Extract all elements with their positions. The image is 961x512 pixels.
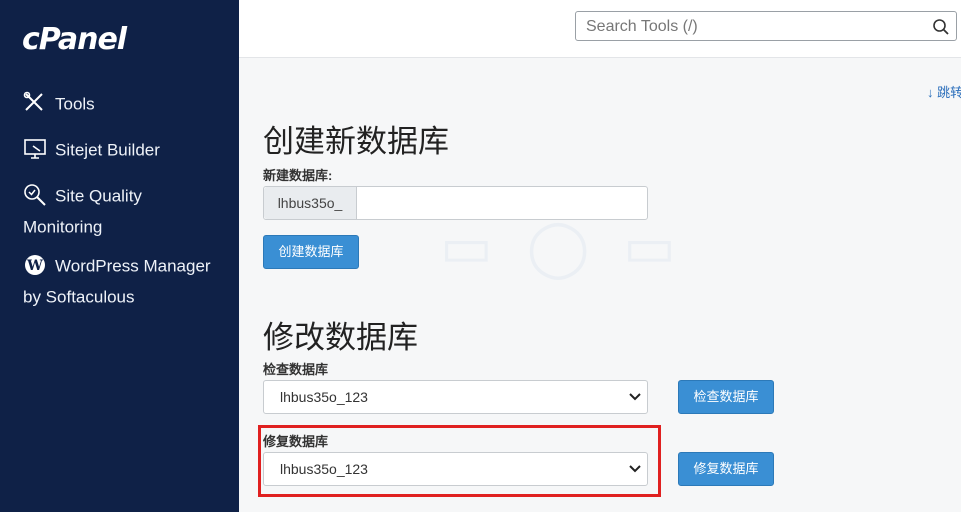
check-database-button[interactable]: 检查数据库 — [678, 380, 774, 414]
jump-link[interactable]: ↓ 跳转 — [927, 82, 961, 101]
tools-icon — [23, 91, 47, 115]
check-database-select[interactable]: lhbus35o_123 — [263, 380, 648, 414]
new-database-field[interactable]: lhbus35o_ — [263, 186, 648, 220]
wordpress-icon: W — [23, 253, 47, 277]
cpanel-logo[interactable]: cPanel — [22, 22, 127, 57]
sidebar-item-label-line2: by Softaculous — [23, 287, 135, 307]
modify-database-title: 修改数据库 — [263, 320, 418, 355]
chevron-down-icon — [629, 465, 641, 473]
top-header — [239, 0, 961, 58]
sidebar-item-site-quality-monitoring[interactable]: Site Quality Monitoring — [23, 181, 228, 242]
search-box[interactable] — [575, 11, 957, 41]
new-database-label: 新建数据库: — [263, 168, 333, 183]
check-database-selected: lhbus35o_123 — [280, 389, 368, 405]
sidebar: cPanel Tools Sitejet Builder Site Qualit… — [0, 0, 239, 512]
search-input[interactable] — [584, 16, 928, 38]
sidebar-item-wordpress-manager[interactable]: W WordPress Manager by Softaculous — [23, 251, 228, 312]
chevron-down-icon — [629, 393, 641, 401]
create-database-title: 创建新数据库 — [263, 124, 449, 159]
sidebar-item-label: Tools — [55, 94, 95, 114]
svg-text:W: W — [26, 258, 43, 274]
create-database-button[interactable]: 创建数据库 — [263, 235, 359, 269]
sidebar-item-label: WordPress Manager — [55, 256, 211, 276]
site-quality-icon — [23, 183, 47, 207]
sitejet-icon — [23, 137, 47, 161]
watermark: ▭ ◯ ▭ — [440, 215, 685, 280]
repair-database-label: 修复数据库 — [263, 434, 329, 449]
sidebar-item-label: Site Quality — [55, 186, 142, 206]
sidebar-item-label: Sitejet Builder — [55, 140, 160, 160]
database-prefix: lhbus35o_ — [264, 187, 357, 219]
search-icon[interactable] — [932, 18, 950, 36]
repair-database-button[interactable]: 修复数据库 — [678, 452, 774, 486]
sidebar-item-label-line2: Monitoring — [23, 217, 103, 237]
repair-database-select[interactable]: lhbus35o_123 — [263, 452, 648, 486]
repair-database-selected: lhbus35o_123 — [280, 461, 368, 477]
sidebar-item-sitejet-builder[interactable]: Sitejet Builder — [23, 135, 228, 166]
sidebar-item-tools[interactable]: Tools — [23, 89, 228, 120]
new-database-input[interactable] — [360, 191, 644, 217]
check-database-label: 检查数据库 — [263, 362, 329, 377]
